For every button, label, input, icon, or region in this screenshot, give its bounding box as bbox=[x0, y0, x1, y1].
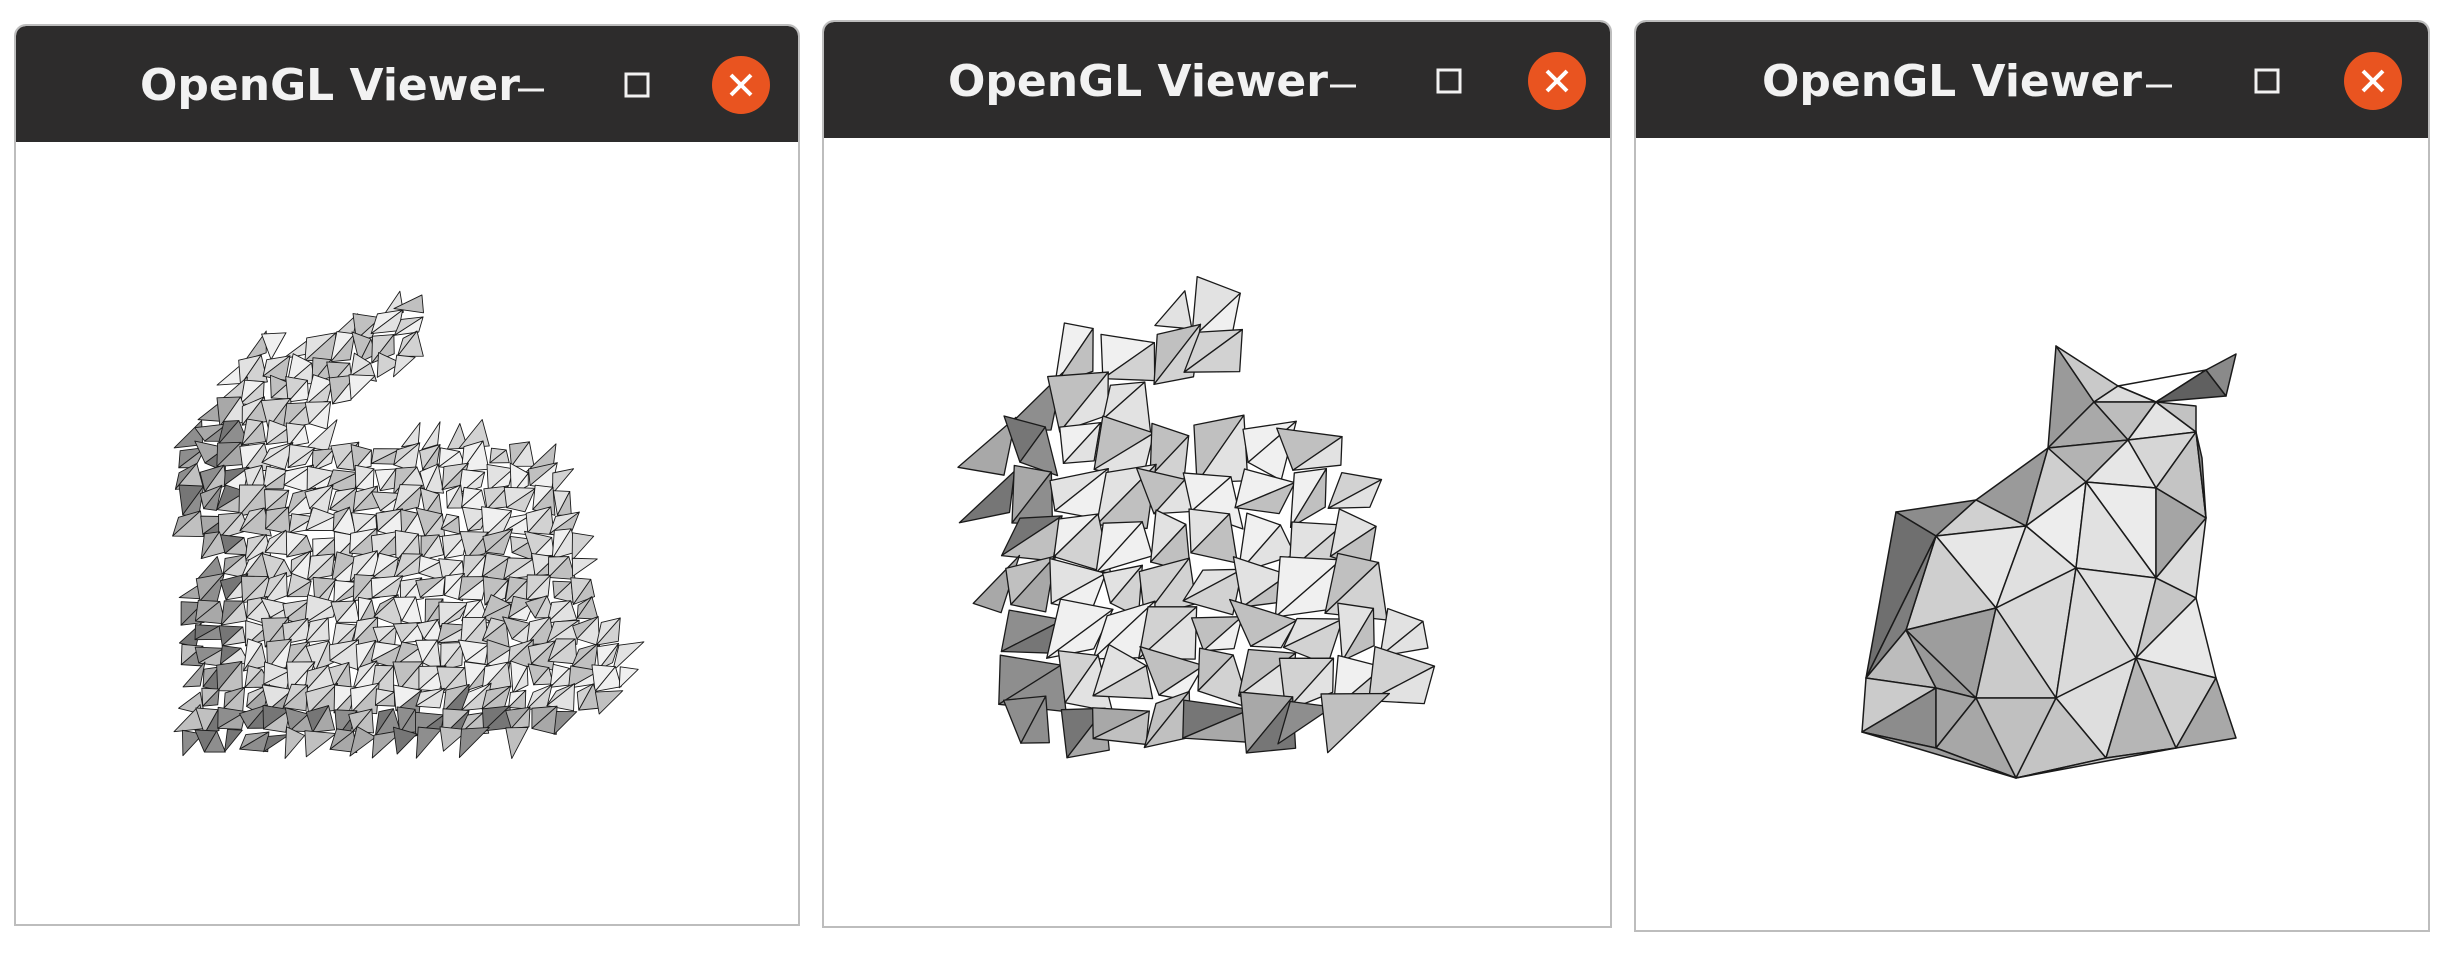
close-icon bbox=[712, 56, 770, 114]
window-2-render-viewport[interactable] bbox=[824, 138, 1610, 926]
close-icon bbox=[2344, 52, 2402, 110]
window-3-minimize-button[interactable] bbox=[2130, 52, 2188, 110]
minimize-icon bbox=[1330, 84, 1356, 88]
close-icon bbox=[1528, 52, 1586, 110]
opengl-window-1: OpenGL Viewer bbox=[14, 24, 800, 926]
mesh-face-551 bbox=[553, 711, 578, 735]
mesh-face-31 bbox=[958, 470, 1016, 524]
window-3-title: OpenGL Viewer bbox=[1762, 56, 2142, 107]
mesh-face-479 bbox=[618, 666, 639, 689]
window-2-close-button[interactable] bbox=[1528, 52, 1586, 110]
minimize-icon bbox=[518, 88, 544, 92]
bunny-mesh-low-detail bbox=[1861, 345, 2237, 779]
window-2-maximize-button[interactable] bbox=[1420, 52, 1478, 110]
opengl-window-3: OpenGL Viewer bbox=[1634, 20, 2430, 932]
minimize-icon bbox=[2146, 84, 2172, 88]
window-1-close-button[interactable] bbox=[712, 56, 770, 114]
maximize-icon bbox=[1436, 68, 1462, 94]
bunny-mesh-medium-detail bbox=[957, 276, 1436, 759]
mesh-face-569 bbox=[505, 727, 529, 759]
window-3-render-viewport[interactable] bbox=[1636, 138, 2428, 930]
window-2-titlebar[interactable]: OpenGL Viewer bbox=[824, 22, 1610, 138]
window-1-title: OpenGL Viewer bbox=[140, 60, 520, 111]
mesh-face-568 bbox=[458, 727, 490, 759]
window-2-minimize-button[interactable] bbox=[1314, 52, 1372, 110]
mesh-face-143 bbox=[552, 468, 575, 495]
mesh-face-566 bbox=[415, 726, 442, 759]
window-2-title: OpenGL Viewer bbox=[948, 56, 1328, 107]
window-1-minimize-button[interactable] bbox=[502, 56, 560, 114]
window-1-titlebar[interactable]: OpenGL Viewer bbox=[16, 26, 798, 142]
window-3-close-button[interactable] bbox=[2344, 52, 2402, 110]
mesh-face-517 bbox=[594, 690, 624, 715]
mesh-face-250 bbox=[571, 532, 595, 561]
window-1-maximize-button[interactable] bbox=[608, 56, 666, 114]
opengl-window-2: OpenGL Viewer bbox=[822, 20, 1612, 928]
maximize-icon bbox=[2254, 68, 2280, 94]
mesh-face-130 bbox=[1320, 692, 1391, 754]
mesh-face-48 bbox=[348, 374, 376, 400]
mesh-face-284 bbox=[571, 557, 598, 577]
window-3-maximize-button[interactable] bbox=[2238, 52, 2296, 110]
maximize-icon bbox=[624, 72, 650, 98]
window-1-render-viewport[interactable] bbox=[16, 142, 798, 924]
mesh-face-36 bbox=[393, 354, 416, 378]
mesh-face-0 bbox=[1154, 290, 1193, 330]
window-3-titlebar[interactable]: OpenGL Viewer bbox=[1636, 22, 2428, 138]
bunny-mesh-high-detail bbox=[172, 290, 645, 759]
mesh-face-560 bbox=[304, 730, 337, 758]
